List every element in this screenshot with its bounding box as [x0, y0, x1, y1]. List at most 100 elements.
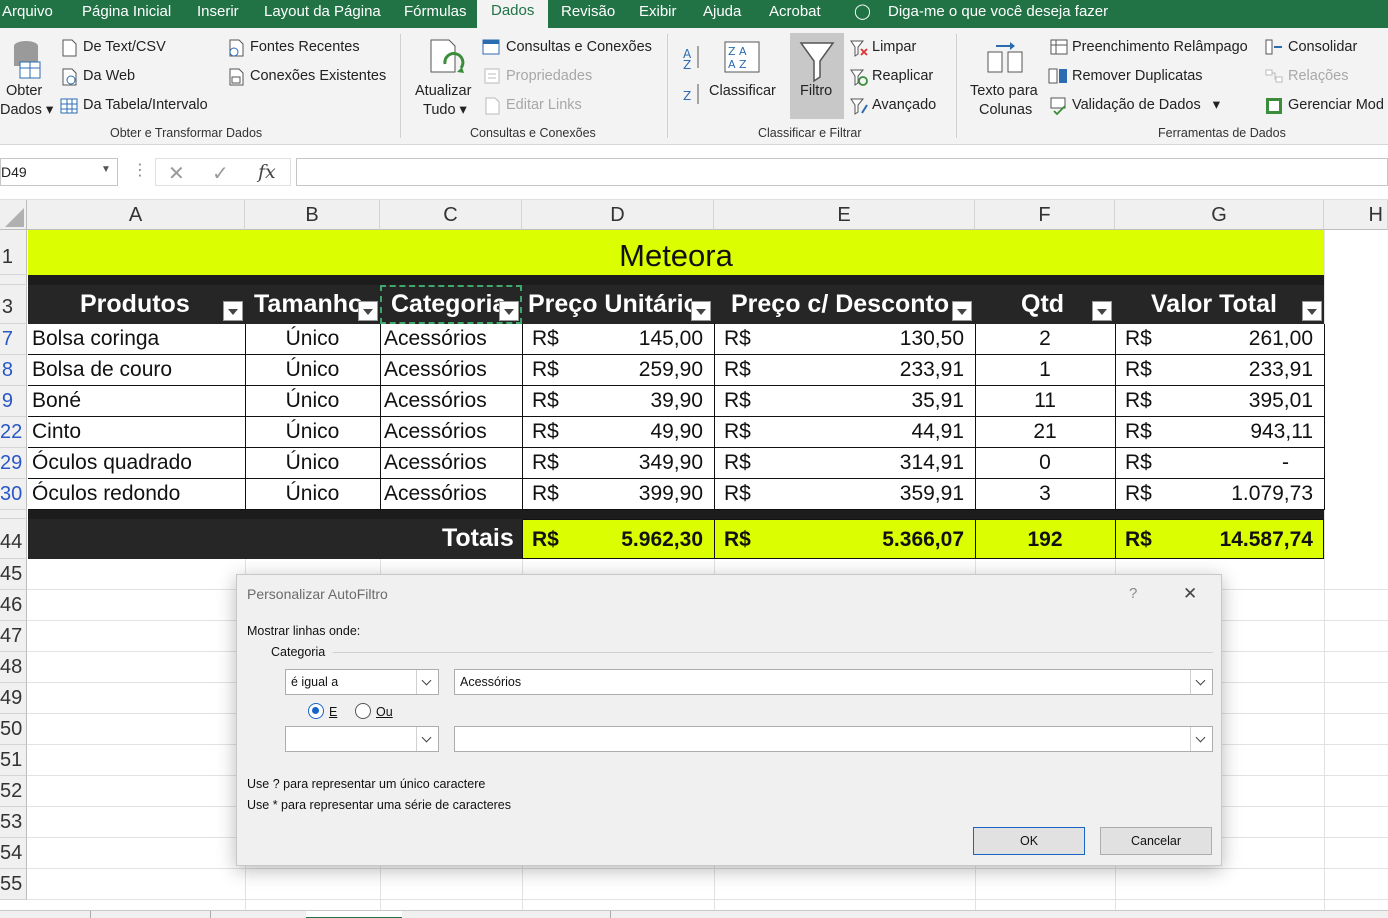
col-header-d[interactable]: D [522, 200, 714, 230]
row-header-2[interactable] [0, 275, 27, 285]
cell-preco-currency[interactable]: R$ [532, 417, 562, 447]
cell-desconto-currency[interactable]: R$ [724, 355, 754, 385]
radio-ou-label[interactable]: Ou [376, 705, 393, 719]
editar-links-button[interactable]: Editar Links [506, 96, 582, 114]
cell-desconto[interactable]: 35,91 [760, 386, 964, 416]
cell-preco-currency[interactable]: R$ [532, 324, 562, 354]
cancel-button[interactable]: Cancelar [1100, 827, 1212, 855]
confirm-check-icon[interactable]: ✓ [212, 161, 229, 186]
totals-desconto-value[interactable]: 5.366,07 [760, 521, 964, 559]
cell-produto[interactable]: Óculos redondo [32, 479, 242, 509]
da-tabela-button[interactable]: Da Tabela/Intervalo [83, 96, 208, 114]
cell-desconto-currency[interactable]: R$ [724, 386, 754, 416]
cell-preco-currency[interactable]: R$ [532, 479, 562, 509]
texto-para-colunas-button[interactable]: Colunas [979, 101, 1032, 119]
cell-total[interactable]: 395,01 [1160, 386, 1313, 416]
row-header-47[interactable]: 47 [0, 621, 27, 652]
row-header-50[interactable]: 50 [0, 714, 27, 745]
tab-acrobat[interactable]: Acrobat [769, 1, 821, 28]
totals-preco-value[interactable]: 5.962,30 [560, 521, 703, 559]
cell-desconto[interactable]: 130,50 [760, 324, 964, 354]
cell-desconto[interactable]: 233,91 [760, 355, 964, 385]
cell-total[interactable]: 1.079,73 [1160, 479, 1313, 509]
row-header-blank[interactable] [0, 510, 27, 519]
tab-arquivo[interactable]: Arquivo [2, 1, 53, 28]
cell-preco[interactable]: 145,00 [560, 324, 703, 354]
validacao-de-dados-button[interactable]: Validação de Dados ▾ [1072, 96, 1220, 114]
help-icon[interactable]: ? [1129, 585, 1137, 602]
col-header-b[interactable]: B [245, 200, 380, 230]
row-header-1[interactable]: 1 [0, 230, 27, 275]
col-header-f[interactable]: F [975, 200, 1115, 230]
propriedades-button[interactable]: Propriedades [506, 67, 592, 85]
row-header-44[interactable]: 44 [0, 519, 27, 559]
cell-total-currency[interactable]: R$ [1125, 448, 1155, 478]
cell-qtd[interactable]: 0 [975, 448, 1115, 478]
cell-preco-currency[interactable]: R$ [532, 448, 562, 478]
cell-categoria[interactable]: Acessórios [384, 386, 520, 416]
cell-categoria[interactable]: Acessórios [384, 448, 520, 478]
cell-qtd[interactable]: 3 [975, 479, 1115, 509]
value-combobox-2[interactable] [454, 726, 1213, 752]
tab-exibir[interactable]: Exibir [639, 1, 677, 28]
operator-select-2[interactable] [285, 726, 439, 752]
obter-dados-button[interactable]: Dados ▾ [0, 101, 53, 119]
tab-ajuda[interactable]: Ajuda [703, 1, 741, 28]
cell-produto[interactable]: Bolsa de couro [32, 355, 242, 385]
formula-input[interactable] [296, 158, 1388, 186]
filter-dropdown-categoria[interactable] [499, 301, 519, 321]
cell-preco[interactable]: 349,90 [560, 448, 703, 478]
cell-total[interactable]: 233,91 [1160, 355, 1313, 385]
cell-categoria[interactable]: Acessórios [384, 355, 520, 385]
insert-function-icon[interactable]: fx [258, 161, 276, 183]
header-preco-desconto[interactable]: Preço c/ Desconto [731, 285, 953, 323]
cell-total[interactable]: - [1160, 448, 1313, 478]
radio-e[interactable] [308, 703, 324, 719]
row-header-3[interactable]: 3 [0, 285, 27, 324]
cell-produto[interactable]: Óculos quadrado [32, 448, 242, 478]
cell-qtd[interactable]: 21 [975, 417, 1115, 447]
cell-produto[interactable]: Boné [32, 386, 242, 416]
classificar-button[interactable]: Classificar [709, 82, 776, 100]
name-box[interactable]: D49 ▼ [0, 158, 118, 186]
cell-qtd[interactable]: 2 [975, 324, 1115, 354]
radio-e-label[interactable]: E [329, 705, 337, 719]
cell-tamanho[interactable]: Único [245, 386, 380, 416]
cell-produto[interactable]: Bolsa coringa [32, 324, 242, 354]
filter-dropdown-preco[interactable] [691, 301, 711, 321]
drag-handle-icon[interactable]: ⋮ [132, 160, 148, 180]
header-categoria[interactable]: Categoria [391, 285, 509, 323]
preenchimento-relampago-button[interactable]: Preenchimento Relâmpago [1072, 38, 1248, 56]
sheet-title[interactable]: Meteora [28, 230, 1324, 275]
fontes-recentes-button[interactable]: Fontes Recentes [250, 38, 360, 56]
close-icon[interactable]: ✕ [1183, 584, 1197, 604]
gerenciar-modelo-button[interactable]: Gerenciar Mod [1288, 96, 1384, 114]
atualizar-tudo-button[interactable]: Tudo ▾ [423, 101, 467, 119]
header-valor-total[interactable]: Valor Total [1151, 285, 1301, 323]
cell-qtd[interactable]: 11 [975, 386, 1115, 416]
col-header-h[interactable]: H [1324, 200, 1388, 230]
tab-inserir[interactable]: Inserir [197, 1, 239, 28]
row-header-48[interactable]: 48 [0, 652, 27, 683]
row-header-46[interactable]: 46 [0, 590, 27, 621]
cell-desconto-currency[interactable]: R$ [724, 324, 754, 354]
conexoes-existentes-button[interactable]: Conexões Existentes [250, 67, 386, 85]
header-produtos[interactable]: Produtos [80, 285, 240, 323]
ok-button[interactable]: OK [973, 827, 1085, 855]
header-preco-unitario[interactable]: Preço Unitário [528, 285, 692, 323]
reaplicar-button[interactable]: Reaplicar [872, 67, 933, 85]
avancado-button[interactable]: Avançado [872, 96, 936, 114]
consultas-conexoes-button[interactable]: Consultas e Conexões [506, 38, 652, 56]
tab-revisao[interactable]: Revisão [561, 1, 615, 28]
cell-preco[interactable]: 399,90 [560, 479, 703, 509]
tab-pagina-inicial[interactable]: Página Inicial [82, 1, 171, 28]
relacoes-button[interactable]: Relações [1288, 67, 1348, 85]
col-header-c[interactable]: C [380, 200, 522, 230]
filter-dropdown-tamanho[interactable] [358, 301, 378, 321]
row-header-51[interactable]: 51 [0, 745, 27, 776]
filter-dropdown-desconto[interactable] [952, 301, 972, 321]
cell-desconto[interactable]: 44,91 [760, 417, 964, 447]
tab-dados[interactable]: Dados [477, 0, 549, 28]
obter-dados-label1[interactable]: Obter [6, 82, 42, 100]
row-header-54[interactable]: 54 [0, 838, 27, 869]
